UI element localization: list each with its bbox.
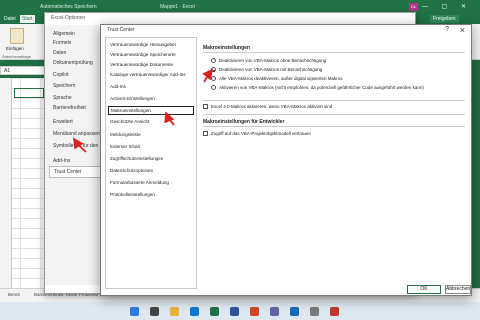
status-ready: Bereit (8, 292, 20, 297)
options-item-formeln[interactable]: Formeln (53, 40, 71, 46)
excel-icon[interactable] (210, 307, 219, 316)
clipboard-group-label: Zwischenablage (2, 54, 31, 59)
nav-message-bar[interactable]: Meldungsleiste (110, 132, 141, 137)
help-icon[interactable]: ? (445, 26, 449, 33)
name-box[interactable]: A1 (0, 66, 48, 75)
search-icon[interactable] (150, 307, 159, 316)
radio-selected-icon[interactable] (211, 67, 216, 73)
checkbox-icon[interactable] (203, 104, 208, 110)
macro-option-label: Aktivieren von VBA-Makros (nicht empfohl… (219, 85, 424, 90)
options-item-addins[interactable]: Add-Ins (53, 158, 70, 164)
nav-trusted-documents[interactable]: Vertrauenswürdige Dokumente (110, 62, 173, 67)
macro-option-disable-notify[interactable]: Deaktivieren von VBA-Makros mit Benachri… (211, 67, 323, 73)
dev-settings-heading: Makroeinstellungen für Entwickler (203, 119, 285, 125)
worksheet-grid[interactable] (0, 78, 50, 288)
vba-object-model-label: Zugriff auf das VBA-Projektobjektmodell … (211, 131, 311, 136)
nav-trusted-locations[interactable]: Vertrauenswürdige Speicherorte (110, 52, 176, 57)
share-button[interactable]: Freigeben (430, 15, 459, 23)
trust-center-title: Trust Center (107, 27, 135, 33)
name-box-value: A1 (4, 68, 11, 74)
explorer-icon[interactable] (170, 307, 179, 316)
macro-option-label: Deaktivieren von VBA-Makros ohne Benachr… (219, 58, 327, 63)
nav-privacy-options[interactable]: Datenschutzoptionen (110, 168, 153, 173)
tab-datei[interactable]: Datei (4, 16, 16, 22)
macro-option-enable-all[interactable]: Aktivieren von VBA-Makros (nicht empfohl… (211, 85, 424, 91)
options-item-sprache[interactable]: Sprache (53, 95, 72, 101)
options-item-trust-center[interactable]: Trust Center (49, 166, 103, 178)
checkbox-icon[interactable] (203, 131, 208, 137)
section-divider (203, 126, 465, 127)
excel4-macros-checkbox[interactable]: Excel 4.0-Makros aktivieren, wenn VBA-Ma… (203, 104, 333, 110)
teams-icon[interactable] (270, 307, 279, 316)
cancel-button[interactable]: Abbrechen (445, 285, 471, 294)
nav-macro-settings[interactable]: Makroeinstellungen (108, 106, 194, 115)
section-divider (203, 100, 465, 101)
macro-option-signed-only[interactable]: Alle VBA-Makros deaktivieren, außer digi… (211, 76, 343, 82)
paste-icon[interactable] (10, 28, 24, 44)
macro-settings-heading: Makroeinstellungen (203, 45, 250, 51)
options-item-barrierefreiheit[interactable]: Barrierefreiheit (53, 105, 86, 111)
start-icon[interactable] (130, 307, 139, 316)
nav-protected-view[interactable]: Geschützte Ansicht (110, 119, 149, 124)
options-sidebar: Allgemein Formeln Daten Dokumentprüfung … (45, 25, 103, 285)
macro-option-disable-no-notify[interactable]: Deaktivieren von VBA-Makros ohne Benachr… (211, 58, 327, 64)
nav-external-content[interactable]: Externer Inhalt (110, 144, 140, 149)
nav-trusted-publishers[interactable]: Vertrauenswürdige Herausgeber (110, 42, 176, 47)
options-item-dokumentpruefung[interactable]: Dokumentprüfung (53, 60, 93, 66)
outlook-icon[interactable] (290, 307, 299, 316)
edge-icon[interactable] (190, 307, 199, 316)
excel4-macros-label: Excel 4.0-Makros aktivieren, wenn VBA-Ma… (211, 104, 333, 109)
section-divider (203, 52, 465, 53)
trust-center-nav: Vertrauenswürdige Herausgeber Vertrauens… (105, 37, 197, 289)
selected-cell[interactable] (14, 88, 44, 98)
paste-label[interactable]: Einfügen (6, 46, 24, 51)
options-item-schnellzugriff[interactable]: Symbolleiste für den Schnellzugriff (53, 143, 101, 149)
nav-addin-catalogs[interactable]: Kataloge vertrauenswürdiger Add-Ins (110, 72, 186, 77)
options-item-copilot[interactable]: Copilot (53, 72, 69, 78)
options-item-speichern[interactable]: Speichern (53, 83, 76, 89)
window-title: Mappe1 - Excel (160, 4, 195, 10)
radio-icon[interactable] (211, 76, 216, 82)
nav-activex[interactable]: ActiveX-Einstellungen (110, 96, 155, 101)
word-icon[interactable] (230, 307, 239, 316)
taskbar (0, 302, 480, 320)
radio-icon[interactable] (211, 85, 216, 91)
macro-option-label: Deaktivieren von VBA-Makros mit Benachri… (219, 67, 323, 72)
avatar[interactable]: DL (409, 3, 418, 11)
tab-start[interactable]: Start (20, 15, 35, 23)
trust-center-dialog: Trust Center ? × Vertrauenswürdige Herau… (100, 24, 472, 296)
autosave-label: Automatisches Speichern (40, 4, 97, 10)
trust-center-main: Makroeinstellungen Deaktivieren von VBA-… (203, 37, 467, 289)
nav-file-block[interactable]: Zugriffschutzeinstellungen (110, 156, 163, 161)
ok-button[interactable]: OK (407, 285, 441, 294)
section-divider (203, 114, 465, 115)
macro-option-label: Alle VBA-Makros deaktivieren, außer digi… (219, 76, 343, 81)
powerpoint-icon[interactable] (250, 307, 259, 316)
radio-icon[interactable] (211, 58, 216, 64)
settings-icon[interactable] (310, 307, 319, 316)
options-item-erweitert[interactable]: Erweitert (53, 119, 73, 125)
window-controls[interactable]: — ▢ ✕ (422, 3, 472, 10)
row-headers (0, 78, 12, 288)
nav-addins[interactable]: Add-Ins (110, 84, 126, 89)
vba-object-model-checkbox[interactable]: Zugriff auf das VBA-Projektobjektmodell … (203, 131, 311, 137)
nav-form-signin[interactable]: Formularbasierte Anmeldung (110, 180, 169, 185)
options-item-daten[interactable]: Daten (53, 50, 66, 56)
options-title: Excel-Optionen (51, 15, 86, 21)
nav-logging[interactable]: Protokolleinstellungen (110, 192, 155, 197)
close-icon[interactable]: × (460, 25, 465, 35)
app-icon[interactable] (330, 307, 339, 316)
options-item-allgemein[interactable]: Allgemein (53, 31, 75, 37)
options-item-menueband[interactable]: Menüband anpassen (53, 131, 101, 137)
